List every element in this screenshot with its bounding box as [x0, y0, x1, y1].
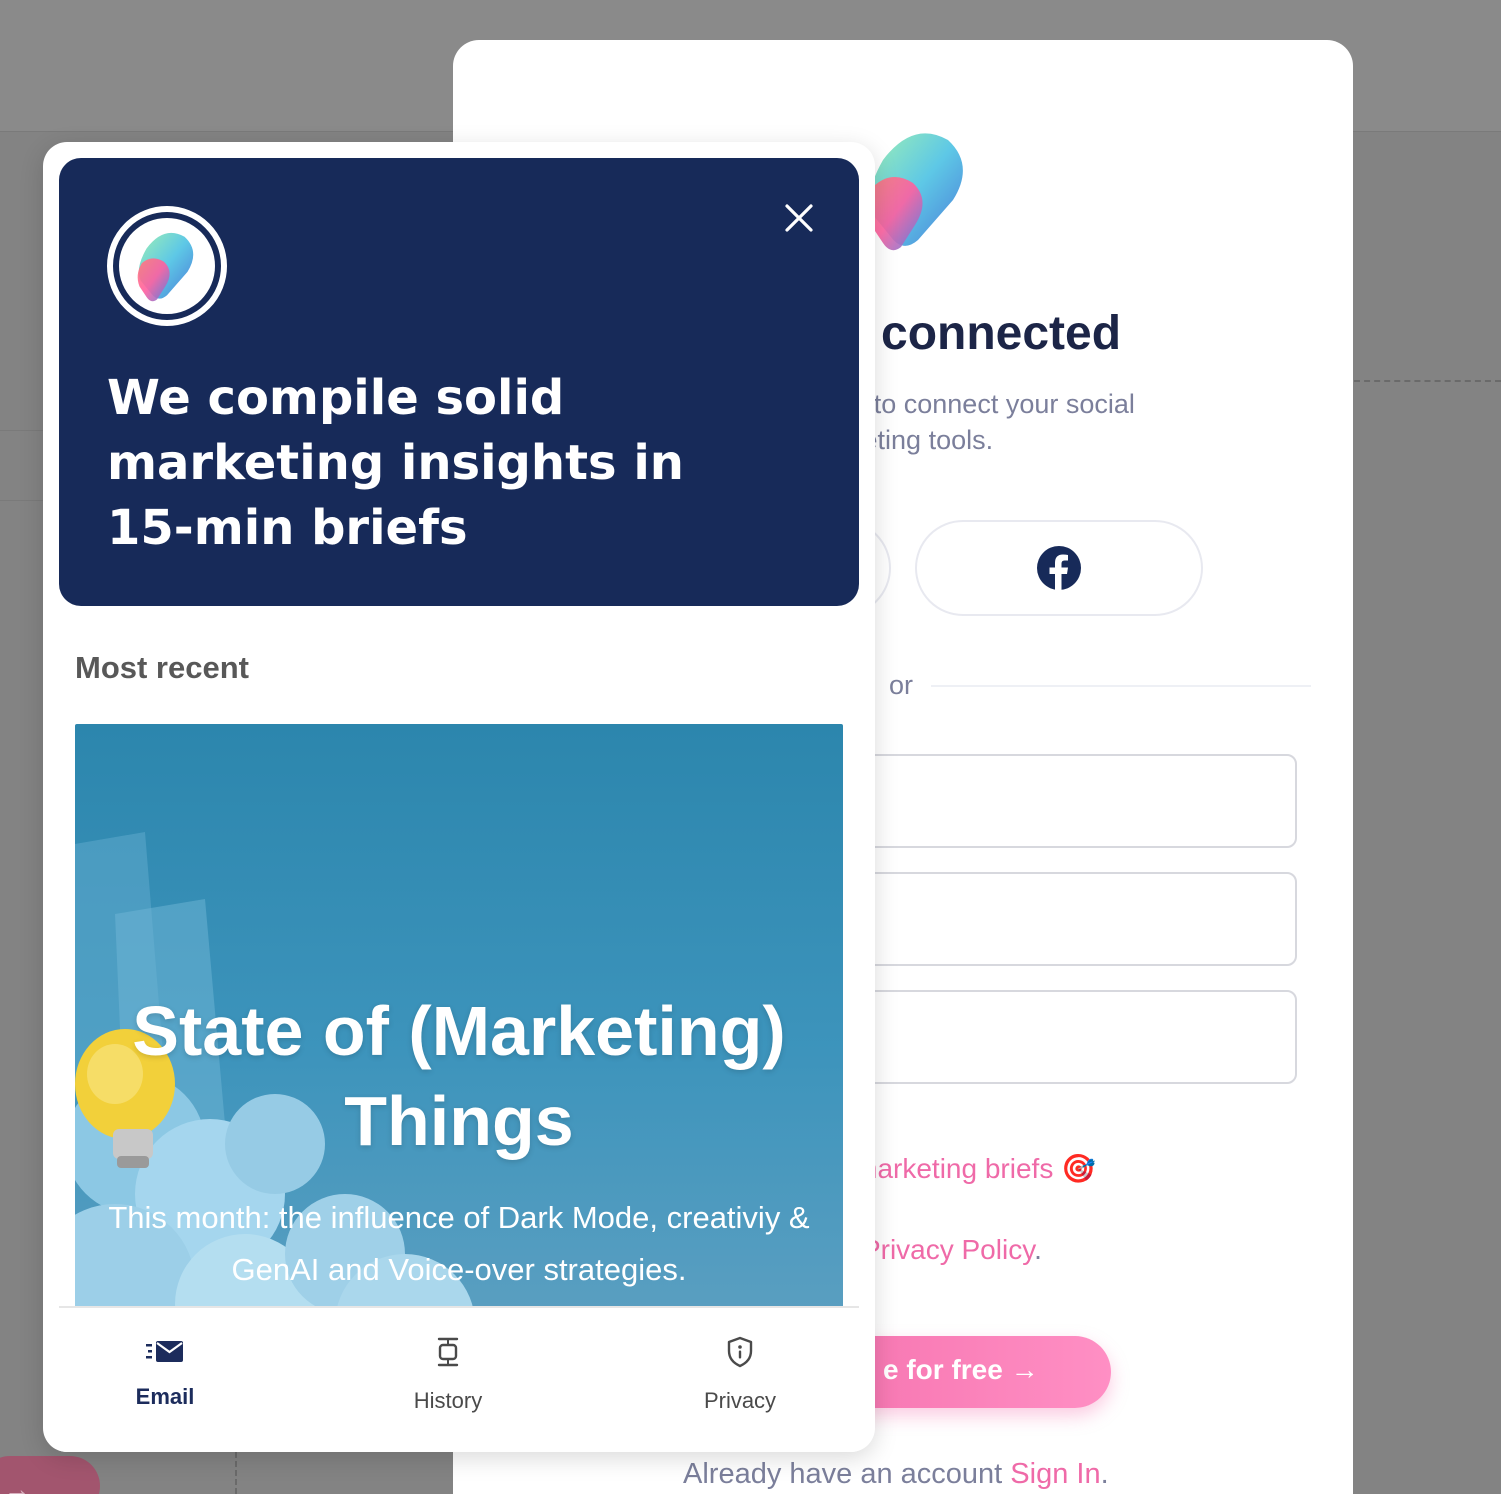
target-emoji-icon: 🎯 — [1061, 1153, 1096, 1184]
nav-email-tab[interactable]: Email — [65, 1332, 265, 1410]
card-subtitle: This month: the influence of Dark Mode, … — [108, 1200, 810, 1287]
signin-text: Already have an account Sign In. — [683, 1458, 1109, 1490]
brand-logo-icon — [867, 133, 963, 251]
arrow-right-icon: → — [4, 1474, 30, 1494]
privacy-policy-link[interactable]: Privacy Policy — [862, 1234, 1034, 1265]
divider-line — [931, 685, 1311, 687]
brand-avatar — [107, 206, 227, 326]
close-icon[interactable] — [781, 200, 817, 236]
nav-history-label: History — [413, 1388, 483, 1413]
shield-icon — [727, 1336, 753, 1368]
email-icon — [146, 1341, 183, 1362]
background-dashed-line — [235, 1452, 237, 1494]
background-pill-button: → — [0, 1456, 100, 1494]
signin-link[interactable]: Sign In — [1010, 1458, 1100, 1490]
featured-brief-card[interactable]: State of (Marketing) Things This month: … — [75, 724, 843, 1324]
section-label: Most recent — [75, 650, 249, 685]
divider-or: or — [889, 670, 914, 700]
nav-history-tab[interactable]: History — [348, 1332, 548, 1414]
nav-privacy-tab[interactable]: Privacy — [640, 1332, 840, 1414]
card-title: State of (Marketing) Things — [132, 992, 786, 1160]
background-dashed-line — [1354, 380, 1501, 382]
hero-title: We compile solid marketing insights in 1… — [107, 370, 684, 556]
brand-logo-icon — [137, 232, 194, 302]
hero-banner: We compile solid marketing insights in 1… — [59, 158, 859, 606]
facebook-signin-button[interactable] — [915, 520, 1203, 616]
bottom-nav: Email History Privacy — [59, 1308, 859, 1452]
nav-email-label: Email — [135, 1384, 195, 1409]
nav-privacy-label: Privacy — [703, 1388, 777, 1413]
history-icon — [437, 1337, 459, 1367]
facebook-icon — [1037, 546, 1081, 591]
newsletter-widget: We compile solid marketing insights in 1… — [43, 142, 875, 1452]
